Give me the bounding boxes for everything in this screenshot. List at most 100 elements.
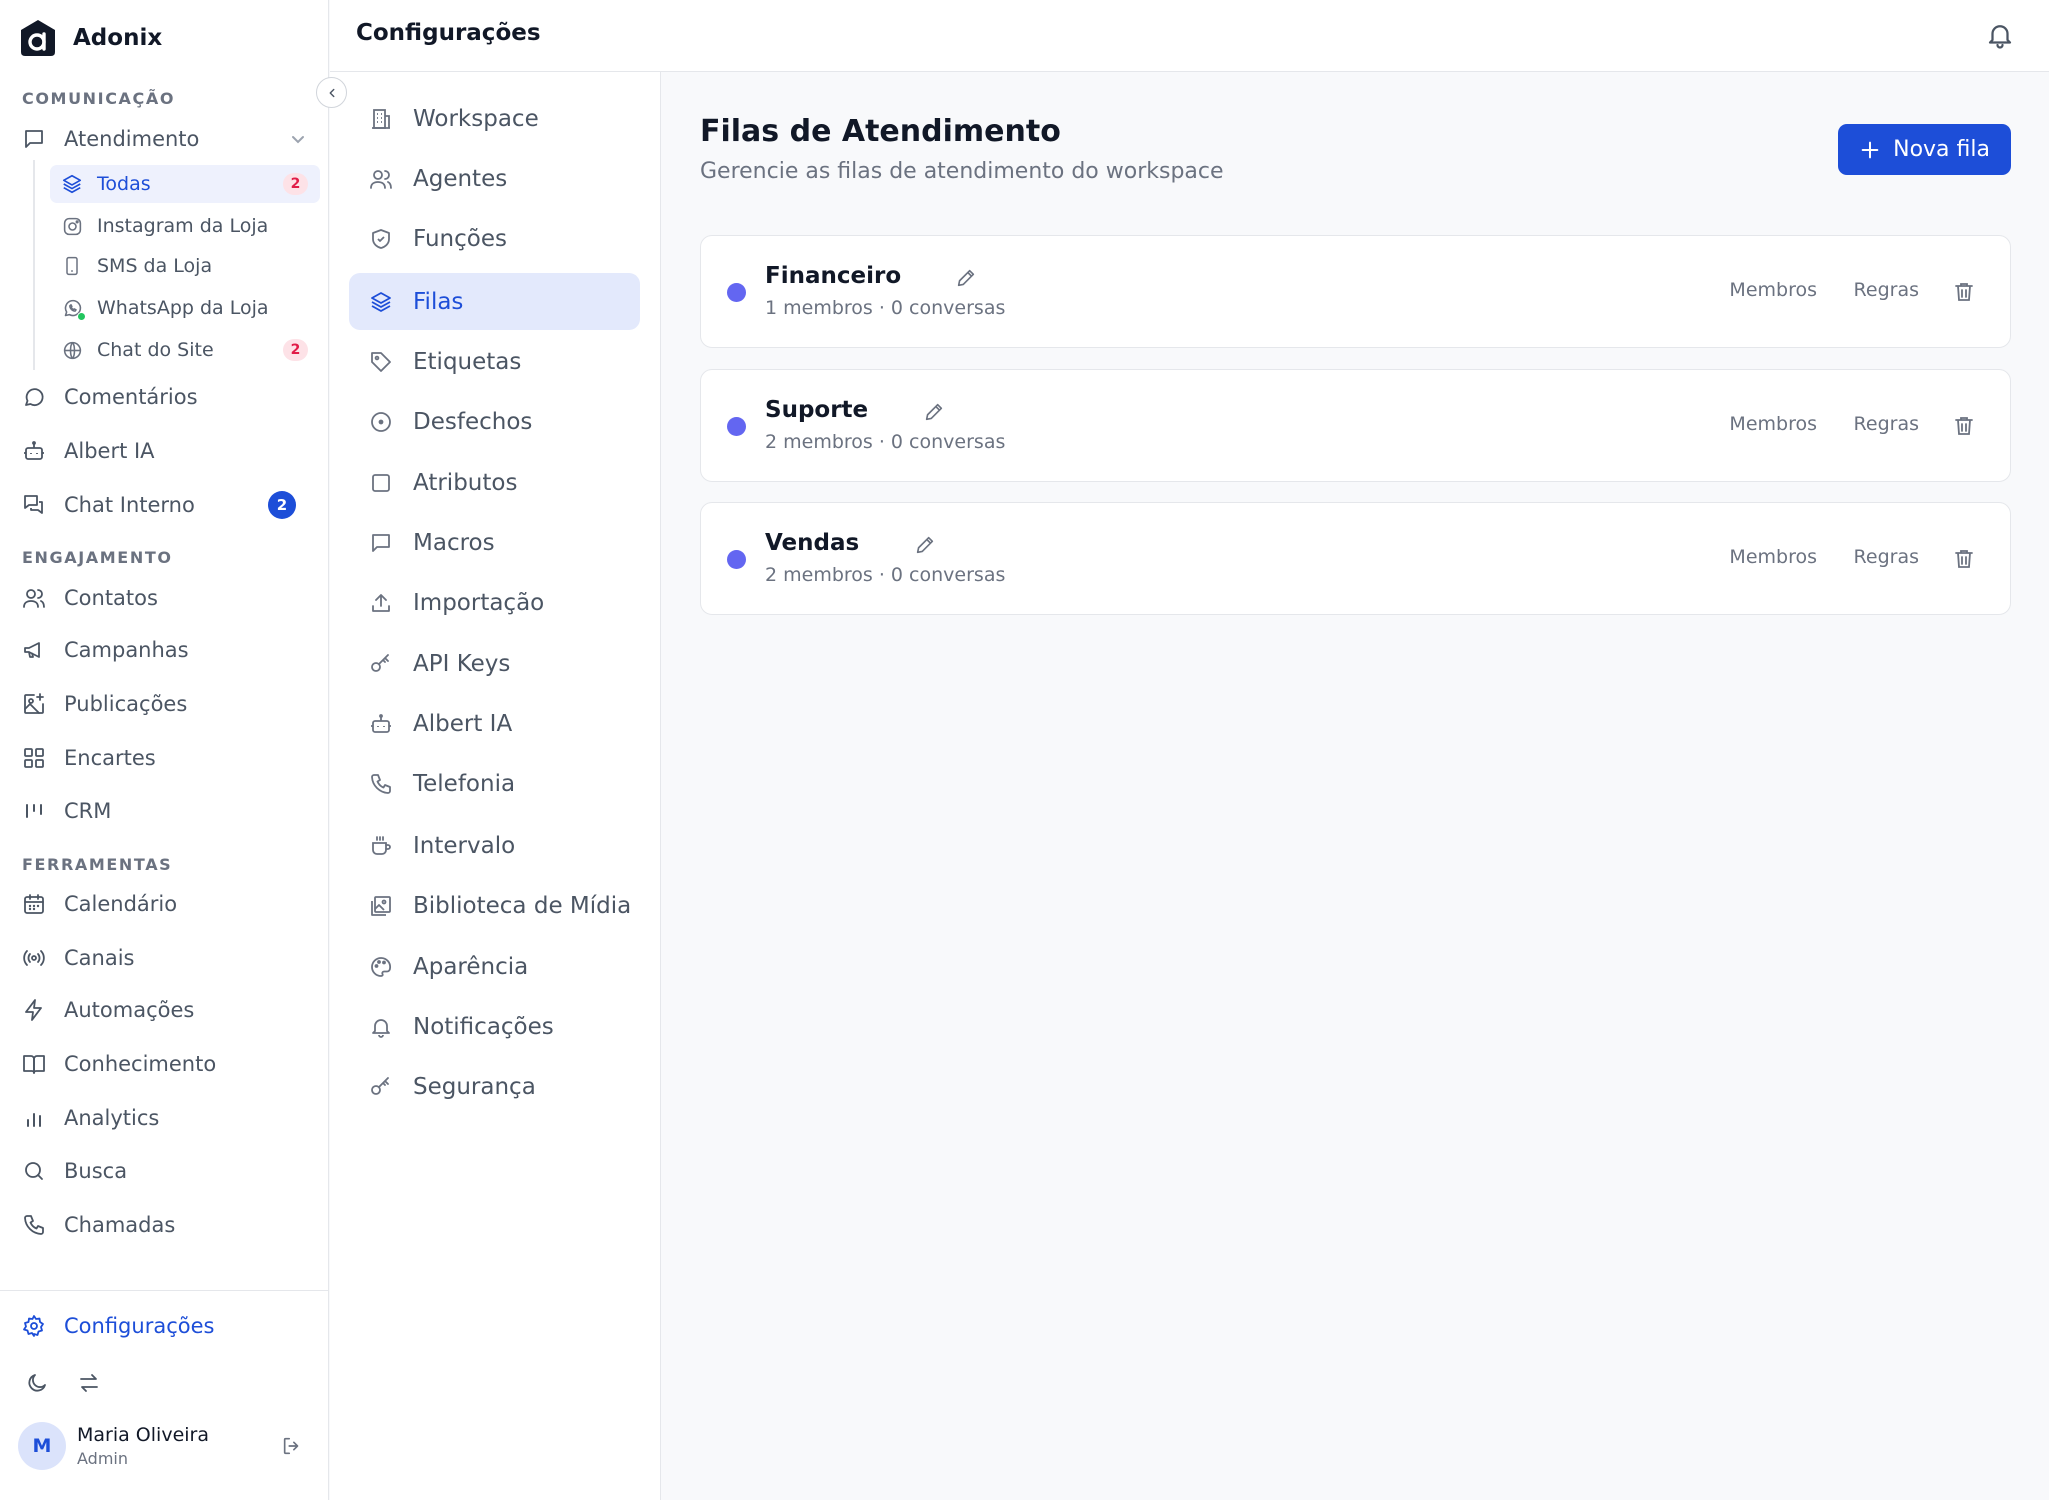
- submenu-line: [33, 160, 35, 370]
- sidebar-item-analytics[interactable]: Analytics: [20, 1098, 310, 1138]
- queue-card: Vendas 2 membros · 0 conversas Membros R…: [700, 502, 2011, 615]
- settings-item-funcoes[interactable]: Funções: [349, 210, 640, 267]
- image-plus-icon: [20, 690, 48, 718]
- settings-item-telefonia[interactable]: Telefonia: [349, 755, 640, 812]
- message-circle-icon: [20, 383, 48, 411]
- sidebar-item-canais[interactable]: Canais: [20, 938, 310, 978]
- count-badge: 2: [283, 339, 308, 361]
- settings-item-label: Importação: [413, 589, 545, 616]
- sidebar-item-automacoes[interactable]: Automações: [20, 990, 310, 1030]
- sidebar-item-campanhas[interactable]: Campanhas: [20, 630, 310, 670]
- rules-button[interactable]: Regras: [1854, 413, 1919, 435]
- sidebar-item-label: Atendimento: [64, 127, 200, 151]
- bell-icon[interactable]: [1985, 20, 2015, 50]
- sidebar-subitem-label: Todas: [97, 173, 151, 195]
- user-name: Maria Oliveira: [77, 1424, 209, 1446]
- whatsapp-icon: [60, 296, 86, 321]
- avatar: M: [18, 1422, 66, 1470]
- bot-icon: [367, 710, 395, 738]
- gear-icon: [20, 1312, 48, 1340]
- sidebar-item-crm[interactable]: CRM: [20, 791, 310, 831]
- page-header-title: Configurações: [356, 20, 541, 46]
- sidebar-item-label: Conhecimento: [64, 1052, 217, 1076]
- upload-icon: [367, 589, 395, 617]
- settings-item-etiquetas[interactable]: Etiquetas: [349, 333, 640, 390]
- phone-icon: [367, 770, 395, 798]
- sidebar-item-label: Busca: [64, 1159, 128, 1183]
- moon-icon[interactable]: [22, 1368, 52, 1398]
- collapse-sidebar-button[interactable]: [316, 77, 347, 108]
- rules-button[interactable]: Regras: [1854, 279, 1919, 301]
- settings-item-atributos[interactable]: Atributos: [349, 454, 640, 511]
- pencil-icon[interactable]: [914, 534, 936, 556]
- settings-item-agentes[interactable]: Agentes: [349, 150, 640, 207]
- queue-color-dot: [727, 417, 746, 436]
- settings-item-notificacoes[interactable]: Notificações: [349, 998, 640, 1055]
- brand[interactable]: Adonix: [18, 18, 162, 58]
- queue-meta: 2 membros · 0 conversas: [765, 564, 1006, 586]
- new-queue-button[interactable]: Nova fila: [1838, 124, 2011, 175]
- sidebar-subitem-todas[interactable]: Todas 2: [50, 165, 320, 203]
- sidebar-subitem-sms[interactable]: SMS da Loja: [50, 247, 320, 285]
- rules-button[interactable]: Regras: [1854, 546, 1919, 568]
- switch-icon[interactable]: [74, 1368, 104, 1398]
- settings-item-label: Agentes: [413, 165, 508, 192]
- sidebar-item-chamadas[interactable]: Chamadas: [20, 1205, 310, 1245]
- grid-icon: [20, 744, 48, 772]
- chevron-left-icon: [329, 88, 334, 97]
- new-queue-label: Nova fila: [1893, 137, 1990, 162]
- trash-icon[interactable]: [1952, 547, 1976, 571]
- sidebar-item-chat-interno[interactable]: Chat Interno 2: [20, 485, 310, 525]
- tag-icon: [367, 348, 395, 376]
- sidebar-subitem-whatsapp[interactable]: WhatsApp da Loja: [50, 289, 320, 327]
- logout-icon[interactable]: [278, 1432, 306, 1460]
- settings-item-albert-ia[interactable]: Albert IA: [349, 695, 640, 752]
- members-button[interactable]: Membros: [1729, 546, 1817, 568]
- settings-item-importacao[interactable]: Importação: [349, 574, 640, 631]
- settings-item-macros[interactable]: Macros: [349, 514, 640, 571]
- search-icon: [20, 1157, 48, 1185]
- settings-item-label: Notificações: [413, 1013, 554, 1040]
- sidebar-item-encartes[interactable]: Encartes: [20, 738, 310, 778]
- settings-item-label: API Keys: [413, 650, 511, 677]
- settings-item-api-keys[interactable]: API Keys: [349, 635, 640, 692]
- pencil-icon[interactable]: [923, 401, 945, 423]
- count-badge: 2: [283, 173, 308, 195]
- sidebar-item-publicacoes[interactable]: Publicações: [20, 684, 310, 724]
- sidebar-item-albert-ia[interactable]: Albert IA: [20, 431, 310, 471]
- building-icon: [367, 105, 395, 133]
- settings-item-filas[interactable]: Filas: [349, 273, 640, 330]
- sidebar-subitem-instagram[interactable]: Instagram da Loja: [50, 207, 320, 245]
- settings-item-intervalo[interactable]: Intervalo: [349, 817, 640, 874]
- trash-icon[interactable]: [1952, 280, 1976, 304]
- settings-item-biblioteca[interactable]: Biblioteca de Mídia: [349, 877, 640, 934]
- members-button[interactable]: Membros: [1729, 413, 1817, 435]
- settings-item-label: Telefonia: [413, 770, 516, 797]
- settings-menu: Workspace Agentes Funções Filas Etiqueta…: [330, 72, 661, 1500]
- pencil-icon[interactable]: [955, 267, 977, 289]
- sidebar-item-atendimento[interactable]: Atendimento: [20, 119, 310, 159]
- settings-item-label: Macros: [413, 529, 495, 556]
- sidebar-item-busca[interactable]: Busca: [20, 1151, 310, 1191]
- square-icon: [367, 469, 395, 497]
- queue-meta: 1 membros · 0 conversas: [765, 297, 1006, 319]
- chevron-down-icon[interactable]: [286, 127, 310, 151]
- footer-actions: [22, 1368, 126, 1398]
- sidebar-item-conhecimento[interactable]: Conhecimento: [20, 1044, 310, 1084]
- sidebar-item-contatos[interactable]: Contatos: [20, 578, 310, 618]
- sidebar-item-configuracoes[interactable]: Configurações: [20, 1312, 214, 1340]
- sidebar-item-comentarios[interactable]: Comentários: [20, 377, 310, 417]
- settings-item-desfechos[interactable]: Desfechos: [349, 393, 640, 450]
- sidebar-item-label: Encartes: [64, 746, 156, 770]
- radio-icon: [20, 944, 48, 972]
- sidebar-item-calendario[interactable]: Calendário: [20, 884, 310, 924]
- settings-item-seguranca[interactable]: Segurança: [349, 1058, 640, 1115]
- trash-icon[interactable]: [1952, 414, 1976, 438]
- settings-item-workspace[interactable]: Workspace: [349, 90, 640, 147]
- sidebar-item-label: Contatos: [64, 586, 158, 610]
- sidebar-item-label: Calendário: [64, 892, 178, 916]
- sidebar-subitem-chat-site[interactable]: Chat do Site 2: [50, 331, 320, 369]
- user-profile[interactable]: M Maria Oliveira Admin: [18, 1422, 209, 1470]
- settings-item-aparencia[interactable]: Aparência: [349, 938, 640, 995]
- members-button[interactable]: Membros: [1729, 279, 1817, 301]
